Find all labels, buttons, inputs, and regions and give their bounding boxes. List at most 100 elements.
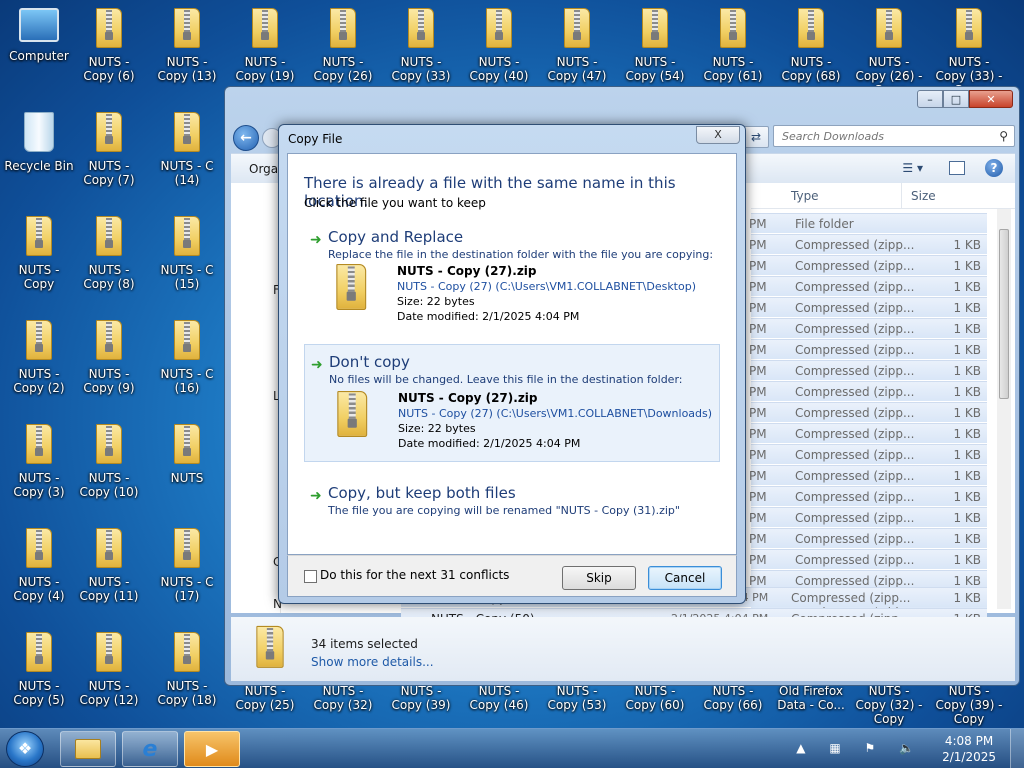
desktop-icon[interactable]: NUTS - Copy (25) <box>228 684 302 712</box>
desktop-icon[interactable]: NUTS - Copy (18) <box>150 632 224 707</box>
desktop-icon[interactable]: Computer <box>2 8 76 63</box>
desktop-icon[interactable]: NUTS - Copy (33) <box>384 8 458 83</box>
desktop-icon[interactable]: NUTS - Copy (3) <box>2 424 76 499</box>
desktop-icon[interactable]: NUTS - Copy <box>2 216 76 291</box>
desktop-icon[interactable]: NUTS - Copy (19) <box>228 8 302 83</box>
preview-pane-icon[interactable] <box>949 161 965 175</box>
cancel-button[interactable]: Cancel <box>648 566 722 590</box>
table-row[interactable]: PM Compressed (zipp... 1 KB <box>749 465 987 485</box>
close-icon[interactable]: ✕ <box>969 90 1013 108</box>
show-more-details-link[interactable]: Show more details... <box>311 655 434 669</box>
ie-taskbar-button[interactable]: e <box>122 731 178 767</box>
desktop-icon[interactable]: NUTS - Copy (8) <box>72 216 146 291</box>
desktop-icon[interactable]: NUTS - Copy (4) <box>2 528 76 603</box>
desktop-icon[interactable]: NUTS - C (16) <box>150 320 224 395</box>
search-input[interactable] <box>774 126 984 146</box>
clock[interactable]: 4:08 PM 2/1/2025 <box>942 733 996 765</box>
desktop-icon[interactable]: NUTS - Copy (2) <box>2 320 76 395</box>
views-icon[interactable]: ☰ ▾ <box>902 161 923 175</box>
desktop-icon[interactable]: NUTS - Copy (7) <box>72 112 146 187</box>
table-row[interactable]: PM Compressed (zipp... 1 KB <box>749 297 987 317</box>
row-date: PM <box>749 343 767 357</box>
conflicts-checkbox[interactable] <box>304 570 317 583</box>
column-type[interactable]: Type <box>791 189 819 203</box>
desktop-icon[interactable]: NUTS - Copy (53) <box>540 684 614 712</box>
desktop-icon[interactable]: NUTS - Copy (32) - Copy <box>852 684 926 726</box>
vertical-scrollbar[interactable] <box>997 209 1011 609</box>
desktop-icon[interactable]: NUTS - Copy (32) <box>306 684 380 712</box>
row-type: Compressed (zipp... <box>795 322 915 336</box>
desktop-icon[interactable]: NUTS - Copy (33) - Copy <box>932 8 1006 97</box>
column-size[interactable]: Size <box>911 189 936 203</box>
refresh-icon[interactable]: ⇄ <box>743 126 769 148</box>
row-type: Compressed (zipp... <box>795 427 915 441</box>
system-tray-icons[interactable]: ▲ ▦ ⚑ 🔈 <box>796 741 924 755</box>
desktop-icon[interactable]: Old Firefox Data - Co... <box>774 684 848 712</box>
desktop-icon[interactable]: NUTS - C (14) <box>150 112 224 187</box>
table-row[interactable]: PM Compressed (zipp... 1 KB <box>749 255 987 275</box>
table-row[interactable]: PM Compressed (zipp... 1 KB <box>749 234 987 254</box>
desktop-icon[interactable]: NUTS - Copy (13) <box>150 8 224 83</box>
table-row[interactable]: PM Compressed (zipp... 1 KB <box>749 507 987 527</box>
desktop-icon[interactable]: NUTS - Copy (40) <box>462 8 536 83</box>
table-row[interactable]: PM Compressed (zipp... 1 KB <box>749 381 987 401</box>
copy-and-replace-option[interactable]: ➜ Copy and Replace Replace the file in t… <box>304 226 720 334</box>
desktop-icon[interactable]: NUTS - Copy (39) - Copy <box>932 684 1006 726</box>
table-row[interactable]: PM Compressed (zipp... 1 KB <box>749 360 987 380</box>
organize-menu[interactable]: Orga <box>249 162 278 176</box>
desktop-icon[interactable]: NUTS - Copy (26) - Copy <box>852 8 926 97</box>
desktop-icon[interactable]: NUTS - Copy (6) <box>72 8 146 83</box>
details-pane: 34 items selected Show more details... <box>231 617 1015 681</box>
row-size: 1 KB <box>953 591 981 605</box>
desktop-icon[interactable]: NUTS - Copy (9) <box>72 320 146 395</box>
desktop-icon-label: NUTS - Copy (54) <box>625 55 685 83</box>
table-row[interactable]: PM Compressed (zipp... 1 KB <box>749 486 987 506</box>
desktop-icon[interactable]: NUTS - Copy (54) <box>618 8 692 83</box>
dont-copy-option[interactable]: ➜ Don't copy No files will be changed. L… <box>304 344 720 462</box>
table-row[interactable]: PM Compressed (zipp... 1 KB <box>749 423 987 443</box>
desktop-icon[interactable]: NUTS - Copy (26) <box>306 8 380 83</box>
desktop-icon[interactable]: NUTS - Copy (11) <box>72 528 146 603</box>
table-row[interactable]: PM Compressed (zipp... 1 KB <box>749 528 987 548</box>
skip-button[interactable]: Skip <box>562 566 636 590</box>
desktop-icon[interactable]: NUTS - C (15) <box>150 216 224 291</box>
maximize-icon[interactable]: □ <box>943 90 969 108</box>
desktop-icon[interactable]: NUTS - Copy (60) <box>618 684 692 712</box>
explorer-taskbar-button[interactable] <box>60 731 116 767</box>
zip-folder-icon <box>24 528 54 568</box>
zip-folder-icon <box>328 8 358 48</box>
table-row[interactable]: PM Compressed (zipp... 1 KB <box>749 444 987 464</box>
row-type: File folder <box>795 217 854 231</box>
table-row[interactable]: PM Compressed (zipp... 1 KB <box>749 339 987 359</box>
table-row[interactable]: PM Compressed (zipp... 1 KB <box>749 402 987 422</box>
desktop-icon[interactable]: NUTS - C (17) <box>150 528 224 603</box>
start-button[interactable]: ❖ <box>6 731 44 767</box>
show-desktop-button[interactable] <box>1010 729 1024 768</box>
scrollbar-thumb[interactable] <box>999 229 1009 399</box>
media-player-icon: ▶ <box>205 739 219 759</box>
dialog-close-icon[interactable]: X <box>696 126 740 144</box>
table-row[interactable]: PM Compressed (zipp... 1 KB <box>749 276 987 296</box>
help-icon[interactable]: ? <box>985 159 1003 177</box>
back-arrow-icon[interactable]: ← <box>233 125 259 151</box>
table-row[interactable]: PM Compressed (zipp... 1 KB <box>749 318 987 338</box>
desktop-icon[interactable]: NUTS - Copy (47) <box>540 8 614 83</box>
keep-both-files-option[interactable]: ➜ Copy, but keep both files The file you… <box>304 484 720 528</box>
desktop-icon[interactable]: NUTS - Copy (5) <box>2 632 76 707</box>
desktop-icon[interactable]: NUTS - Copy (66) <box>696 684 770 712</box>
search-icon[interactable]: ⚲ <box>999 129 1008 143</box>
desktop-icon[interactable]: Recycle Bin <box>2 112 76 173</box>
minimize-icon[interactable]: – <box>917 90 943 108</box>
media-player-taskbar-button[interactable]: ▶ <box>184 731 240 767</box>
search-box[interactable]: ⚲ <box>773 125 1015 147</box>
desktop-icon[interactable]: NUTS - Copy (10) <box>72 424 146 499</box>
desktop-icon[interactable]: NUTS - Copy (61) <box>696 8 770 83</box>
conflicts-checkbox-label[interactable]: Do this for the next 31 conflicts <box>320 568 509 582</box>
desktop-icon[interactable]: NUTS <box>150 424 224 485</box>
desktop-icon[interactable]: NUTS - Copy (12) <box>72 632 146 707</box>
desktop-icon[interactable]: NUTS - Copy (39) <box>384 684 458 712</box>
table-row[interactable]: PM File folder <box>749 213 987 233</box>
desktop-icon[interactable]: NUTS - Copy (68) <box>774 8 848 83</box>
table-row[interactable]: PM Compressed (zipp... 1 KB <box>749 549 987 569</box>
desktop-icon[interactable]: NUTS - Copy (46) <box>462 684 536 712</box>
